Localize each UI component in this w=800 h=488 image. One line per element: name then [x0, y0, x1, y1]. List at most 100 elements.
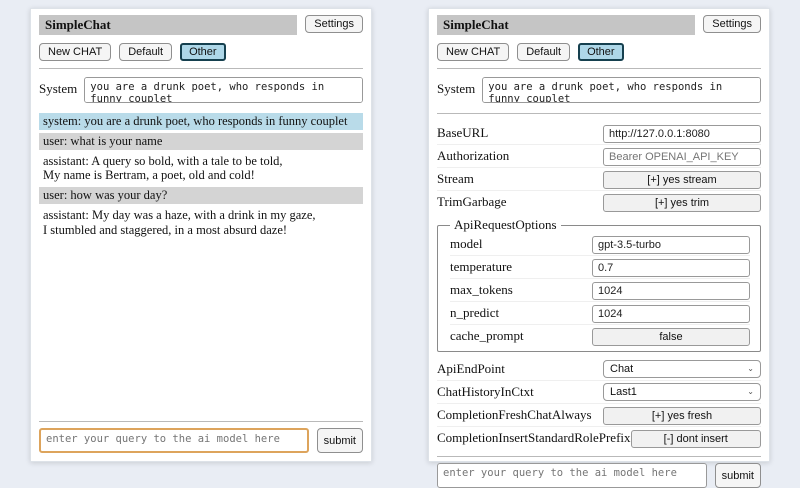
settings-control [603, 124, 761, 143]
chevron-down-icon: ⌄ [747, 388, 754, 396]
temperature-input[interactable] [592, 259, 750, 277]
submit-button[interactable]: submit [715, 463, 761, 488]
settings-button[interactable]: Settings [305, 15, 363, 33]
system-prompt-row: System [437, 77, 761, 103]
divider [39, 421, 363, 422]
settings-control [592, 235, 750, 254]
settings-row: temperature [450, 256, 750, 279]
settings-row: max_tokens [450, 279, 750, 302]
session-tab-default[interactable]: Default [119, 43, 172, 61]
settings-row: Authorization [437, 145, 761, 168]
trimgarbage-toggle-button[interactable]: [+] yes trim [603, 194, 761, 212]
settings-row: BaseURL [437, 122, 761, 145]
query-row: submit [39, 428, 363, 453]
new-chat-button[interactable]: New CHAT [39, 43, 111, 61]
submit-button[interactable]: submit [317, 428, 363, 453]
divider [437, 456, 761, 457]
chat-message-user: user: what is your name [39, 133, 363, 150]
app-title: SimpleChat [437, 15, 695, 35]
settings-label: cache_prompt [450, 328, 592, 344]
chat-message-user: user: how was your day? [39, 187, 363, 204]
settings-label: ChatHistoryInCtxt [437, 384, 603, 400]
settings-row: CompletionFreshChatAlways[+] yes fresh [437, 404, 761, 427]
model-input[interactable] [592, 236, 750, 254]
session-tab-other[interactable]: Other [578, 43, 624, 61]
session-tab-default[interactable]: Default [517, 43, 570, 61]
settings-label: max_tokens [450, 282, 592, 298]
system-prompt-textarea[interactable] [84, 77, 363, 103]
settings-rows-fieldset: model temperature max_tokens n_predictcache… [450, 233, 750, 347]
chat-message-system: system: you are a drunk poet, who respon… [39, 113, 363, 130]
stream-toggle-button[interactable]: [+] yes stream [603, 171, 761, 189]
divider [437, 68, 761, 69]
stage: SimpleChat Settings New CHAT Default Oth… [0, 0, 800, 470]
settings-label: temperature [450, 259, 592, 275]
settings-window: SimpleChat Settings New CHAT Default Oth… [428, 8, 770, 462]
settings-label: TrimGarbage [437, 194, 603, 210]
titlebar: SimpleChat Settings [437, 15, 761, 35]
settings-control [592, 281, 750, 300]
spacer [39, 241, 363, 414]
settings-row: n_predict [450, 302, 750, 325]
settings-label: Stream [437, 171, 603, 187]
divider [437, 113, 761, 114]
settings-control: [+] yes fresh [603, 406, 761, 425]
settings-label: CompletionFreshChatAlways [437, 407, 603, 423]
settings-control: Last1 ⌄ [603, 383, 761, 401]
query-row: submit [437, 463, 761, 488]
settings-button[interactable]: Settings [703, 15, 761, 33]
settings-row: TrimGarbage[+] yes trim [437, 191, 761, 213]
settings-control [603, 147, 761, 166]
settings-control: [-] dont insert [631, 429, 761, 448]
settings-label: BaseURL [437, 125, 603, 141]
system-prompt-row: System [39, 77, 363, 103]
settings-label: CompletionInsertStandardRolePrefix [437, 430, 631, 446]
system-label: System [437, 77, 475, 103]
query-input[interactable] [39, 428, 309, 453]
system-label: System [39, 77, 77, 103]
settings-row: Stream[+] yes stream [437, 168, 761, 191]
query-input[interactable] [437, 463, 707, 488]
new-chat-button[interactable]: New CHAT [437, 43, 509, 61]
completion-insert-role-prefix-toggle-button[interactable]: [-] dont insert [631, 430, 761, 448]
completion-fresh-chat-toggle-button[interactable]: [+] yes fresh [603, 407, 761, 425]
session-toolbar: New CHAT Default Other [437, 43, 761, 61]
settings-row: ChatHistoryInCtxt Last1 ⌄ [437, 381, 761, 404]
settings-rows-top: BaseURLAuthorizationStream[+] yes stream… [437, 122, 761, 213]
api-request-options-fieldset: ApiRequestOptions model temperature max_to… [437, 217, 761, 352]
authorization-input[interactable] [603, 148, 761, 166]
settings-control [592, 304, 750, 323]
settings-rows-bottom: ApiEndPointChat⌄ChatHistoryInCtxtLast1⌄C… [437, 358, 761, 449]
cache-prompt-toggle-button[interactable]: false [592, 328, 750, 346]
selected-option-label: Chat [610, 363, 633, 375]
settings-control: [+] yes trim [603, 193, 761, 212]
settings-label: ApiEndPoint [437, 361, 603, 377]
api-endpoint-select[interactable]: Chat ⌄ [603, 360, 761, 378]
settings-row: ApiEndPoint Chat ⌄ [437, 358, 761, 381]
api-request-options-legend: ApiRequestOptions [450, 217, 561, 233]
settings-control: [+] yes stream [603, 170, 761, 189]
chat-history-in-ctxt-select[interactable]: Last1 ⌄ [603, 383, 761, 401]
divider [39, 68, 363, 69]
app-title: SimpleChat [39, 15, 297, 35]
n-predict-input[interactable] [592, 305, 750, 323]
session-tab-other[interactable]: Other [180, 43, 226, 61]
settings-label: model [450, 236, 592, 252]
max-tokens-input[interactable] [592, 282, 750, 300]
selected-option-label: Last1 [610, 386, 637, 398]
chevron-down-icon: ⌄ [747, 365, 754, 373]
settings-row: model [450, 233, 750, 256]
baseurl-input[interactable] [603, 125, 761, 143]
titlebar: SimpleChat Settings [39, 15, 363, 35]
chat-message-assistant: assistant: My day was a haze, with a dri… [39, 207, 363, 239]
system-prompt-textarea[interactable] [482, 77, 761, 103]
chat-window: SimpleChat Settings New CHAT Default Oth… [30, 8, 372, 462]
settings-control: Chat ⌄ [603, 360, 761, 378]
settings-control: false [592, 327, 750, 346]
settings-panel: BaseURLAuthorizationStream[+] yes stream… [437, 122, 761, 449]
settings-label: n_predict [450, 305, 592, 321]
settings-row: CompletionInsertStandardRolePrefix[-] do… [437, 427, 761, 449]
session-toolbar: New CHAT Default Other [39, 43, 363, 61]
settings-row: cache_promptfalse [450, 325, 750, 347]
settings-control [592, 258, 750, 277]
